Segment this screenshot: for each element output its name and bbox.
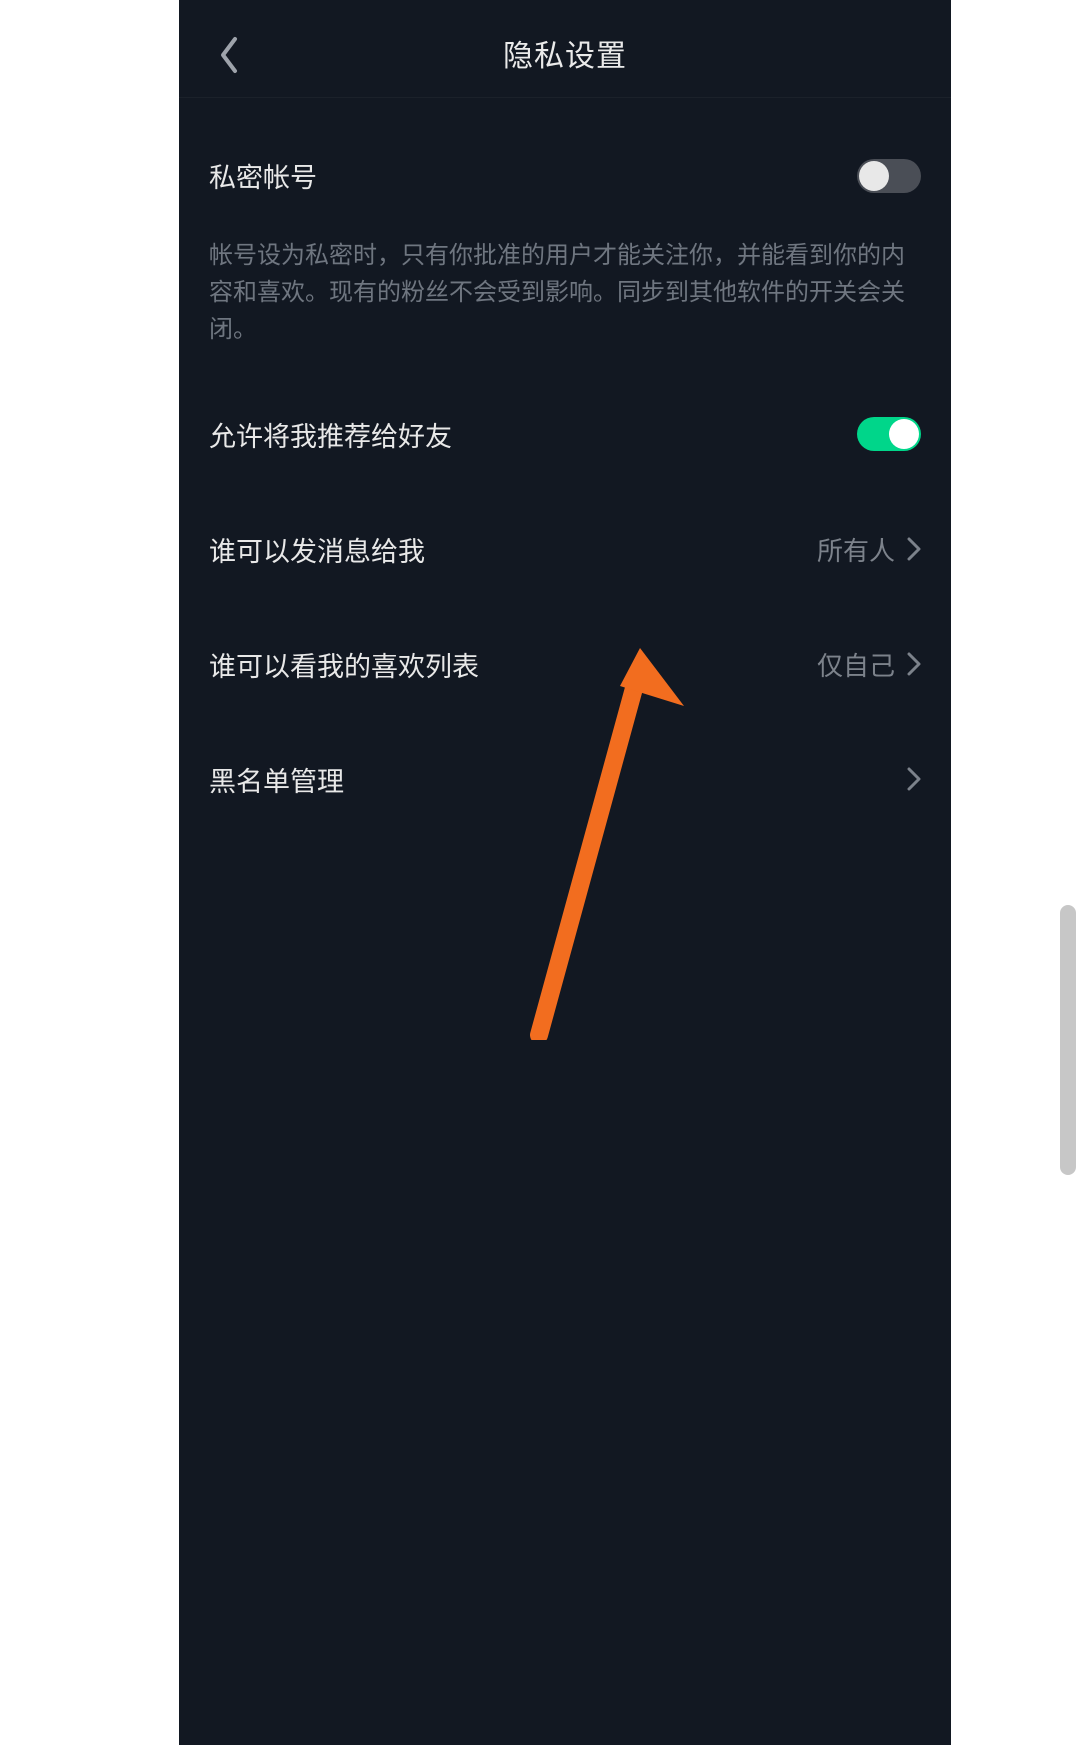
chevron-right-icon xyxy=(907,767,921,791)
page-title: 隐私设置 xyxy=(503,31,627,75)
toggle-knob xyxy=(889,419,919,449)
blacklist-label: 黑名单管理 xyxy=(209,760,344,799)
who-can-see-likes-row[interactable]: 谁可以看我的喜欢列表 仅自己 xyxy=(209,607,921,722)
row-right-group xyxy=(907,767,921,791)
chevron-right-icon xyxy=(907,652,921,676)
chevron-right-icon xyxy=(907,537,921,561)
back-button[interactable] xyxy=(209,35,249,75)
who-can-see-likes-label: 谁可以看我的喜欢列表 xyxy=(209,645,479,684)
recommend-to-friends-label: 允许将我推荐给好友 xyxy=(209,415,452,454)
private-account-toggle[interactable] xyxy=(857,159,921,193)
recommend-to-friends-row[interactable]: 允许将我推荐给好友 xyxy=(209,377,921,492)
recommend-to-friends-toggle[interactable] xyxy=(857,417,921,451)
who-can-see-likes-value: 仅自己 xyxy=(817,646,895,683)
scrollbar-thumb[interactable] xyxy=(1060,905,1076,1175)
chevron-left-icon xyxy=(217,35,241,75)
header-bar: 隐私设置 xyxy=(179,0,951,98)
private-account-label: 私密帐号 xyxy=(209,156,317,195)
privacy-settings-screen: 隐私设置 私密帐号 帐号设为私密时，只有你批准的用户才能关注你，并能看到你的内容… xyxy=(179,0,951,1745)
who-can-message-value: 所有人 xyxy=(817,531,895,568)
private-account-row[interactable]: 私密帐号 xyxy=(209,98,921,225)
blacklist-row[interactable]: 黑名单管理 xyxy=(209,722,921,837)
private-account-description: 帐号设为私密时，只有你批准的用户才能关注你，并能看到你的内容和喜欢。现有的粉丝不… xyxy=(209,225,921,377)
settings-list: 私密帐号 帐号设为私密时，只有你批准的用户才能关注你，并能看到你的内容和喜欢。现… xyxy=(179,98,951,837)
row-right-group: 仅自己 xyxy=(817,646,921,683)
who-can-message-label: 谁可以发消息给我 xyxy=(209,530,425,569)
toggle-knob xyxy=(859,161,889,191)
row-right-group: 所有人 xyxy=(817,531,921,568)
who-can-message-row[interactable]: 谁可以发消息给我 所有人 xyxy=(209,492,921,607)
